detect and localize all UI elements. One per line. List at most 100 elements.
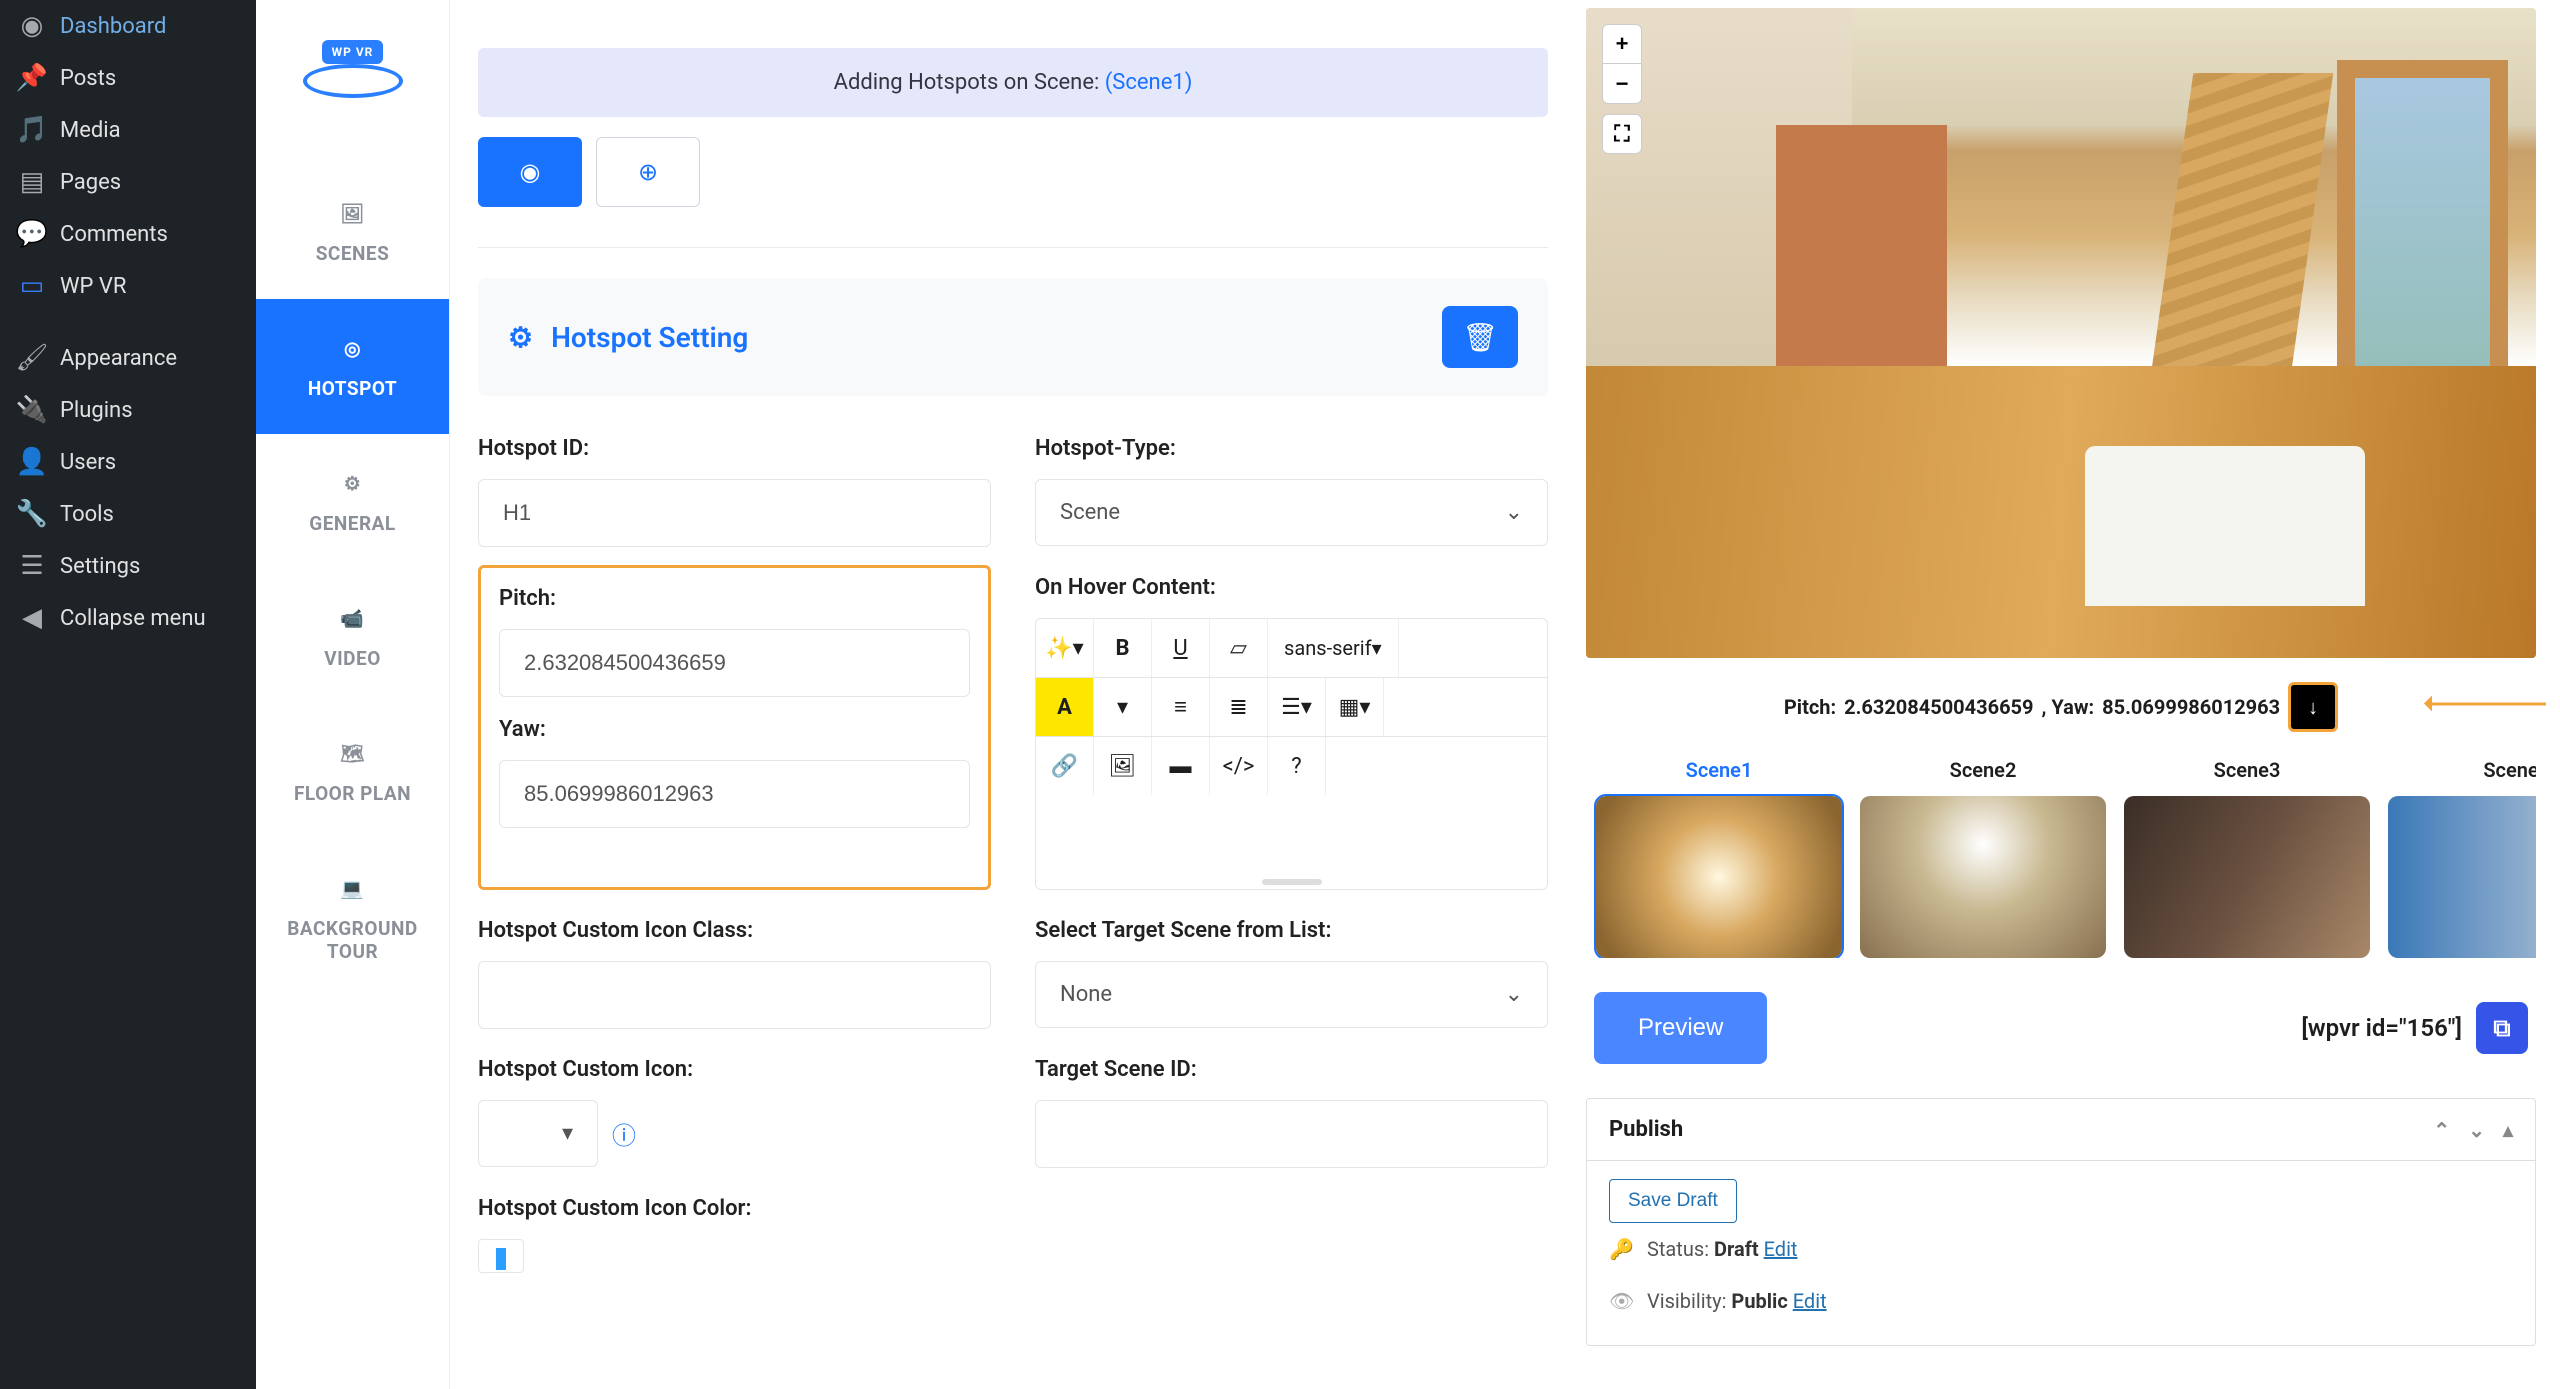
gear-icon: ⚙ [338,468,368,498]
bold-icon: B [1115,636,1129,661]
banner-scene-link[interactable]: (Scene1) [1105,70,1193,95]
align-icon: ☰▾ [1281,695,1312,720]
publish-title: Publish [1609,1117,1683,1142]
pitch-input[interactable] [499,629,970,697]
menu-pages[interactable]: ▤Pages [0,156,256,208]
tab-label: SCENES [316,242,390,265]
shortcode-display: [wpvr id="156"] ⧉ [2301,1002,2528,1054]
panorama-preview[interactable]: + − ⛶ [1586,8,2536,658]
edit-status-link[interactable]: Edit [1764,1237,1798,1261]
apply-coords-button[interactable]: ↓ [2288,682,2338,732]
icon-dropdown[interactable]: ▾ [478,1100,598,1167]
menu-wpvr[interactable]: ▭WP VR [0,260,256,312]
select-value: Scene [1060,500,1120,525]
table-button[interactable]: ▦▾ [1326,678,1384,736]
tab-floorplan[interactable]: 🗺FLOOR PLAN [256,704,449,839]
pitch-yaw-highlight: Pitch: Yaw: [478,565,991,890]
list-ul-icon: ≡ [1174,694,1187,720]
status-label: Status: [1647,1237,1714,1261]
menu-plugins[interactable]: 🔌Plugins [0,384,256,436]
eraser-button[interactable]: ▱ [1210,619,1268,677]
image-button[interactable]: 🖼 [1094,737,1152,795]
target-icon: ◎ [338,333,368,363]
menu-posts[interactable]: 📌Posts [0,52,256,104]
coords-yaw-label: , Yaw: [2042,695,2095,719]
hotspot-add-button[interactable]: ⊕ [596,137,700,207]
panel-toggle-button[interactable]: ▴ [2503,1118,2513,1142]
tab-scenes[interactable]: 🖼 SCENES [256,164,449,299]
yaw-input[interactable] [499,760,970,828]
panel-header: ⚙Hotspot Setting 🗑 [478,278,1548,396]
list-ol-icon: ≣ [1229,695,1247,720]
zoom-out-button[interactable]: − [1602,64,1642,104]
tab-video[interactable]: 📹VIDEO [256,569,449,704]
delete-hotspot-button[interactable]: 🗑 [1442,306,1518,368]
target-scene-id-input[interactable] [1035,1100,1548,1168]
wysiwyg-editor: ✨▾ B U ▱ sans-serif ▾ A ▾ ≡ ≣ ☰▾ ▦ [1035,618,1548,890]
tab-hotspot[interactable]: ◎HOTSPOT [256,299,449,434]
table-icon: ▦▾ [1339,695,1371,720]
hotspot-type-select[interactable]: Scene⌄ [1035,479,1548,546]
magic-button[interactable]: ✨▾ [1036,619,1094,677]
tab-label: FLOOR PLAN [294,782,411,805]
align-button[interactable]: ☰▾ [1268,678,1326,736]
tab-label: VIDEO [324,647,381,670]
help-button[interactable]: ? [1268,737,1326,795]
image-icon: 🖼 [338,198,368,228]
scene-thumb-3[interactable]: Scene3 [2124,750,2370,958]
field-custom-icon-color: Hotspot Custom Icon Color: [478,1196,991,1273]
scene-thumb-2[interactable]: Scene2 [1860,750,2106,958]
scene-thumb-1[interactable]: Scene1 [1596,750,1842,958]
tab-bgtour[interactable]: 💻BACKGROUND TOUR [256,839,449,997]
scene-thumb-4[interactable]: Scene [2388,750,2536,958]
panel-up-button[interactable]: ⌃ [2433,1118,2450,1142]
menu-media[interactable]: 🎵Media [0,104,256,156]
menu-collapse[interactable]: ◀Collapse menu [0,592,256,644]
plugin-icon: 🔌 [18,396,46,424]
hotspot-id-input[interactable] [478,479,991,547]
menu-settings[interactable]: ☰Settings [0,540,256,592]
hotspot-nav: ◉ ⊕ [478,137,1548,207]
ul-button[interactable]: ≡ [1152,678,1210,736]
highlight-button[interactable]: A [1036,678,1094,736]
status-value: Draft [1714,1237,1759,1261]
hotspot-current-button[interactable]: ◉ [478,137,582,207]
font-select[interactable]: sans-serif ▾ [1268,619,1399,677]
pin-icon: 📌 [18,64,46,92]
link-button[interactable]: 🔗 [1036,737,1094,795]
menu-tools[interactable]: 🔧Tools [0,488,256,540]
video-button[interactable]: ▬ [1152,737,1210,795]
target-scene-select[interactable]: None⌄ [1035,961,1548,1028]
key-icon: 🔑 [1609,1237,1633,1261]
ol-button[interactable]: ≣ [1210,678,1268,736]
underline-button[interactable]: U [1152,619,1210,677]
highlight-dd[interactable]: ▾ [1094,678,1152,736]
edit-visibility-link[interactable]: Edit [1793,1289,1827,1313]
tab-general[interactable]: ⚙GENERAL [256,434,449,569]
menu-users[interactable]: 👤Users [0,436,256,488]
video-icon: ▬ [1170,753,1192,779]
fullscreen-button[interactable]: ⛶ [1602,114,1642,154]
icon-class-input[interactable] [478,961,991,1029]
copy-shortcode-button[interactable]: ⧉ [2476,1002,2528,1054]
scene-banner: Adding Hotspots on Scene: (Scene1) [478,48,1548,117]
scene-thumbnails: Scene1 Scene2 Scene3 Scene [1586,750,2536,958]
preview-button[interactable]: Preview [1594,992,1767,1064]
info-icon[interactable]: ⓘ [612,1116,636,1151]
code-button[interactable]: </> [1210,737,1268,795]
save-draft-button[interactable]: Save Draft [1609,1179,1737,1223]
menu-dashboard[interactable]: ◉Dashboard [0,0,256,52]
zoom-in-button[interactable]: + [1602,24,1642,64]
panel-down-button[interactable]: ⌄ [2468,1118,2485,1142]
coords-pitch-label: Pitch: [1784,695,1836,719]
logo-text: WP VR [322,40,384,64]
resize-handle[interactable] [1036,875,1547,889]
menu-comments[interactable]: 💬Comments [0,208,256,260]
color-swatch[interactable] [496,1248,506,1270]
coords-yaw-value: 85.0699986012963 [2102,695,2280,719]
editor-area[interactable] [1036,795,1547,875]
bold-button[interactable]: B [1094,619,1152,677]
visibility-label: Visibility: [1647,1289,1731,1313]
menu-appearance[interactable]: 🖌Appearance [0,332,256,384]
label: Hotspot-Type: [1035,436,1548,461]
